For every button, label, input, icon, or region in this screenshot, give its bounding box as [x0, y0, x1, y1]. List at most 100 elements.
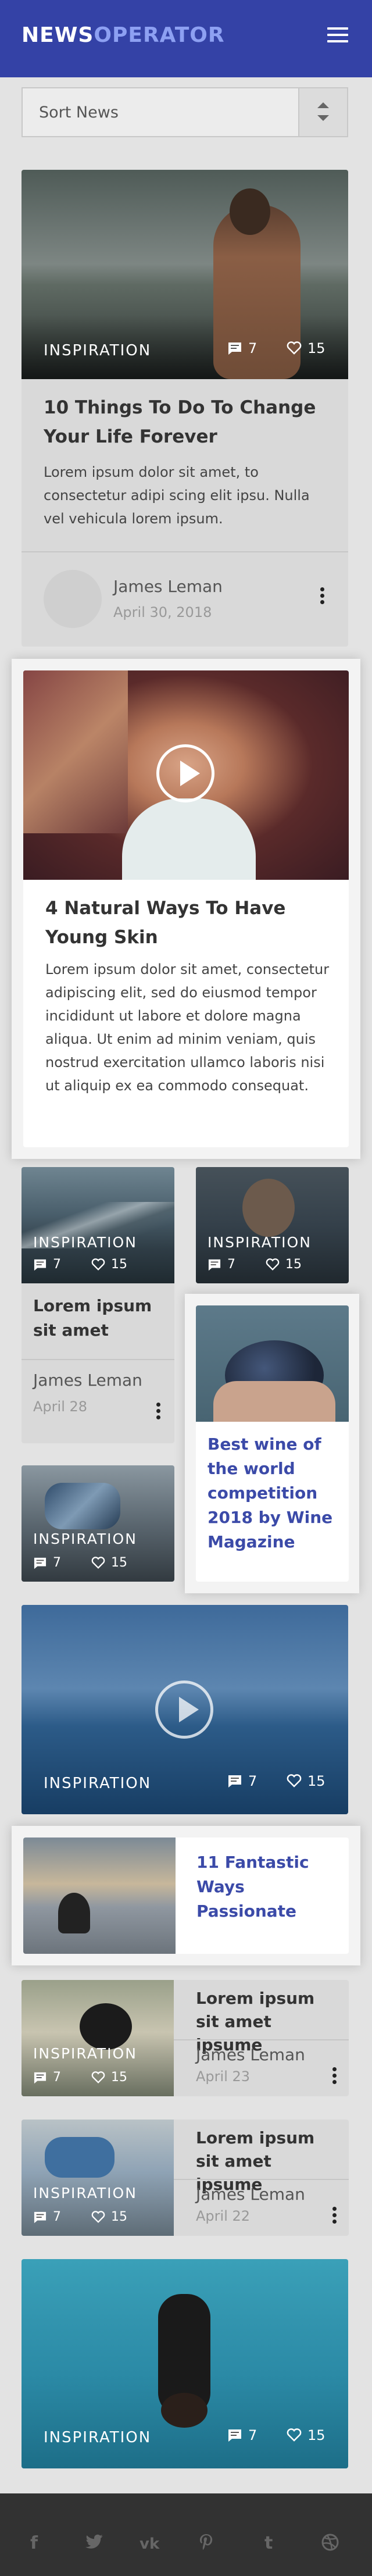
sort-toggle-button[interactable] — [298, 88, 347, 136]
article-image: INSPIRATION 7 15 — [22, 170, 348, 379]
heart-icon — [287, 2428, 302, 2442]
like-count: 15 — [287, 340, 326, 356]
twitter-icon[interactable] — [84, 2533, 104, 2555]
comment-icon — [208, 1259, 221, 1271]
sort-label: Sort News — [39, 104, 119, 122]
category-label[interactable]: INSPIRATION — [208, 1234, 312, 1251]
likes-value: 15 — [285, 1257, 302, 1272]
more-options-icon[interactable] — [332, 2067, 337, 2086]
article-card[interactable]: INSPIRATION 7 15 Lorem ipsum sit amet ip… — [22, 1980, 349, 2096]
comment-count: 7 — [227, 1773, 257, 1789]
article-image: INSPIRATION 7 15 — [22, 1605, 348, 1814]
comment-icon — [228, 2429, 241, 2442]
category-label[interactable]: INSPIRATION — [33, 2045, 137, 2062]
comment-icon — [34, 1557, 46, 1569]
caret-up-icon — [317, 102, 329, 108]
article-title[interactable]: 11 Fantastic Ways Passionate — [196, 1850, 330, 1924]
comments-value: 7 — [248, 1773, 257, 1789]
heart-icon — [91, 2210, 105, 2223]
article-image — [23, 670, 349, 880]
article-title[interactable]: 4 Natural Ways To Have Young Skin — [45, 894, 330, 952]
article-title[interactable]: Lorem ipsum sit amet — [33, 1294, 167, 1343]
article-excerpt: Lorem ipsum dolor sit amet, consectetur … — [45, 961, 330, 1094]
comment-count: 7 — [33, 1257, 61, 1272]
heart-icon — [91, 1258, 105, 1271]
app-header: NEWSOPERATOR — [0, 0, 372, 77]
category-label[interactable]: INSPIRATION — [44, 342, 151, 359]
logo-operator: OPERATOR — [94, 23, 225, 47]
article-card[interactable]: 11 Fantastic Ways Passionate — [23, 1838, 349, 1954]
author-name[interactable]: James Leman — [33, 1371, 142, 1390]
avatar[interactable] — [44, 570, 102, 628]
sort-select[interactable]: Sort News — [22, 87, 348, 137]
comment-count: 7 — [33, 2210, 61, 2224]
article-card[interactable]: Best wine of the world competition 2018 … — [196, 1305, 349, 1582]
more-options-icon[interactable] — [332, 2207, 337, 2226]
comments-value: 7 — [53, 1555, 61, 1570]
category-label[interactable]: INSPIRATION — [33, 1234, 137, 1251]
article-card[interactable]: INSPIRATION 7 15 — [22, 2259, 348, 2468]
article-card[interactable]: 4 Natural Ways To Have Young Skin Lorem … — [23, 670, 349, 1147]
like-count: 15 — [91, 2070, 127, 2085]
category-label[interactable]: INSPIRATION — [44, 1775, 151, 1792]
publish-date: April 22 — [196, 2208, 251, 2224]
divider — [174, 2039, 349, 2040]
publish-date: April 23 — [196, 2068, 251, 2085]
comment-count: 7 — [227, 2427, 257, 2443]
article-image — [196, 1305, 349, 1422]
article-card[interactable]: INSPIRATION 7 15 — [22, 1605, 348, 1814]
comments-value: 7 — [248, 2427, 257, 2443]
vk-icon[interactable]: vk — [140, 2535, 159, 2553]
category-label[interactable]: INSPIRATION — [33, 1530, 137, 1547]
facebook-icon[interactable]: f — [30, 2533, 38, 2553]
likes-value: 15 — [307, 340, 326, 356]
hamburger-menu-icon[interactable] — [327, 27, 348, 45]
like-count: 15 — [287, 1773, 326, 1789]
publish-date: April 30, 2018 — [113, 604, 212, 620]
site-footer — [0, 2493, 372, 2576]
article-image: INSPIRATION 7 15 — [22, 2120, 174, 2236]
article-excerpt: Lorem ipsum dolor sit amet, to consectet… — [44, 464, 310, 527]
comment-icon — [228, 342, 241, 355]
like-count: 15 — [266, 1257, 302, 1272]
article-card[interactable]: INSPIRATION 7 15 — [22, 1465, 174, 1582]
more-options-icon[interactable] — [156, 1403, 161, 1422]
pinterest-icon[interactable] — [198, 2533, 215, 2557]
comment-count: 7 — [208, 1257, 235, 1272]
author-name[interactable]: James Leman — [196, 2185, 305, 2204]
site-logo[interactable]: NEWSOPERATOR — [22, 23, 225, 47]
like-count: 15 — [91, 1555, 127, 1570]
author-name[interactable]: James Leman — [113, 577, 223, 596]
likes-value: 15 — [111, 2210, 127, 2224]
more-options-icon[interactable] — [320, 587, 325, 606]
comment-count: 7 — [33, 2070, 61, 2085]
article-image: INSPIRATION 7 15 — [196, 1167, 349, 1283]
author-name[interactable]: James Leman — [196, 2045, 305, 2064]
article-card[interactable]: INSPIRATION 7 15 — [196, 1167, 349, 1283]
comment-count: 7 — [33, 1555, 61, 1570]
category-label[interactable]: INSPIRATION — [44, 2429, 151, 2446]
comment-icon — [34, 2211, 46, 2223]
divider — [22, 1359, 174, 1360]
heart-icon — [287, 1774, 302, 1787]
article-image: INSPIRATION 7 15 — [22, 1465, 174, 1582]
dribbble-icon[interactable] — [321, 2533, 339, 2556]
article-card[interactable]: INSPIRATION 7 15 Lorem ipsum sit amet Ja… — [22, 1167, 174, 1443]
divider — [174, 2179, 349, 2180]
article-image: INSPIRATION 7 15 — [22, 2259, 348, 2468]
play-icon[interactable] — [156, 744, 214, 802]
article-title[interactable]: Best wine of the world competition 2018 … — [208, 1432, 341, 1554]
article-title[interactable]: 10 Things To Do To Change Your Life Fore… — [44, 393, 334, 451]
article-image: INSPIRATION 7 15 — [22, 1980, 174, 2096]
like-count: 15 — [287, 2427, 326, 2443]
logo-news: NEWS — [22, 23, 94, 47]
article-card[interactable]: INSPIRATION 7 15 Lorem ipsum sit amet ip… — [22, 2120, 349, 2236]
heart-icon — [287, 341, 302, 355]
article-image — [23, 1838, 176, 1954]
tumblr-icon[interactable]: t — [264, 2533, 273, 2553]
comments-value: 7 — [53, 2210, 61, 2224]
category-label[interactable]: INSPIRATION — [33, 2185, 137, 2202]
comments-value: 7 — [53, 2070, 61, 2085]
play-icon[interactable] — [155, 1681, 213, 1739]
article-card[interactable]: INSPIRATION 7 15 10 Things To Do To Chan… — [22, 170, 348, 647]
